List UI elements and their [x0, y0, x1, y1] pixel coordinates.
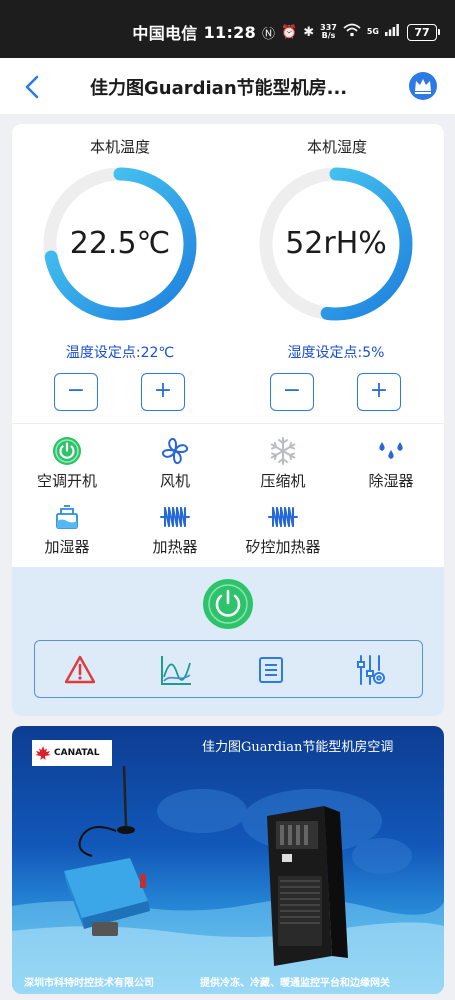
device-label: 风机 [159, 472, 190, 490]
banner-title: 佳力图Guardian节能型机房空调 [202, 740, 394, 755]
power-on-icon [53, 437, 81, 465]
list-icon [259, 657, 283, 683]
device-scr-heater: 矽控加热器 [228, 502, 338, 557]
droplets-icon [379, 442, 403, 459]
banner-slogan: 提供冷冻、冷藏、暖通监控平台和边缘网关 [200, 978, 390, 989]
fan-icon [161, 437, 189, 465]
control-panel [12, 567, 444, 716]
battery-icon: 77 [407, 23, 440, 41]
device-label: 加热器 [152, 538, 198, 556]
humidity-value: 52rH% [285, 226, 387, 261]
device-humidifier: 加湿器 [12, 502, 122, 557]
brand-logo: CANATAL [32, 740, 112, 766]
power-button[interactable] [203, 579, 253, 629]
device-label: 加湿器 [44, 538, 90, 556]
maple-leaf-icon [35, 746, 51, 760]
device-dehumidifier: 除湿器 [336, 436, 444, 491]
device-compressor: 压缩机 [228, 436, 338, 491]
clock-time: 11:28 [203, 22, 257, 42]
humidity-increase-button[interactable]: + [357, 373, 401, 411]
brand-name: CANATAL [54, 748, 100, 758]
promo-banner[interactable]: CANATAL 佳力图Guardian节能型机房空调 深圳市科特时控技术有限公司… [12, 726, 444, 994]
device-ac-power: 空调开机 [12, 436, 122, 491]
temperature-value: 22.5℃ [69, 226, 171, 261]
device-label: 矽控加热器 [245, 538, 321, 556]
settings-button[interactable] [353, 653, 387, 687]
banner-company: 深圳市科特时控技术有限公司 [24, 978, 154, 989]
crown-icon [409, 72, 437, 100]
humidity-gauge: 52rH% [256, 164, 416, 324]
back-arrow-icon [25, 75, 39, 99]
page-title: 佳力图Guardian节能型机房... [90, 78, 348, 99]
power-icon [208, 584, 248, 624]
nfc-icon: Ⓝ [262, 26, 276, 42]
trend-button[interactable] [159, 653, 193, 687]
signal-bars-icon [385, 24, 399, 40]
temperature-increase-button[interactable]: + [141, 373, 185, 411]
banner-illustration [12, 765, 444, 994]
temperature-gauge: 22.5℃ [40, 164, 200, 324]
vip-button[interactable] [408, 71, 438, 105]
device-fan: 风机 [120, 436, 230, 491]
back-button[interactable] [18, 72, 48, 102]
wifi-icon [343, 23, 361, 41]
signal-label: 5G [366, 27, 379, 36]
temperature-setpoint: 温度设定点:22℃ [65, 345, 175, 361]
app-header: 佳力图Guardian节能型机房... [0, 58, 455, 114]
list-button[interactable] [254, 653, 288, 687]
divider [12, 423, 444, 424]
trend-chart-icon [161, 656, 191, 685]
humidity-title: 本机湿度 [306, 138, 367, 156]
status-bar: 中国电信 11:28 Ⓝ ⏰ ✱ 337 B/s 5G 77 [0, 0, 455, 58]
device-heater: 加热器 [120, 502, 230, 557]
status-card: 本机温度 22.5℃ 温度设定点:22℃ − + 本机湿度 52rH% 湿度设定… [12, 124, 444, 716]
temperature-title: 本机温度 [89, 138, 150, 156]
device-label: 除湿器 [368, 472, 414, 490]
net-speed-unit: B/s [321, 31, 336, 40]
alarm-clock-icon: ⏰ [281, 24, 298, 40]
device-label: 空调开机 [36, 472, 97, 490]
battery-level: 77 [414, 25, 430, 39]
carrier-label: 中国电信 [132, 24, 198, 43]
humidity-setpoint: 湿度设定点:5% [287, 345, 385, 361]
humidity-decrease-button[interactable]: − [270, 373, 314, 411]
heater-icon [268, 507, 298, 527]
tool-bar [34, 640, 423, 698]
heater-icon [160, 507, 190, 527]
bluetooth-icon: ✱ [303, 24, 315, 40]
settings-sliders-icon [357, 655, 385, 685]
temperature-decrease-button[interactable]: − [54, 373, 98, 411]
net-speed: 337 B/s [320, 24, 337, 40]
ac-cabinet-icon [267, 806, 348, 966]
alarm-button[interactable] [63, 653, 97, 687]
humidifier-icon [56, 505, 78, 529]
alarm-warning-icon [64, 655, 96, 684]
snowflake-icon [270, 437, 296, 465]
device-label: 压缩机 [260, 472, 306, 490]
